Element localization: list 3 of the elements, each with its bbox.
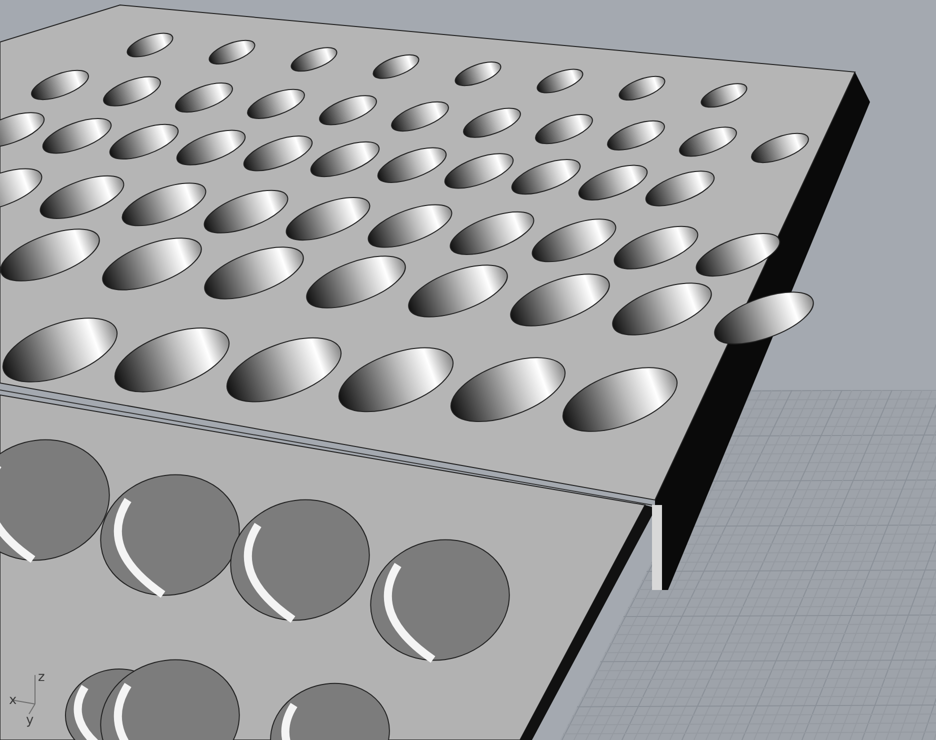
axis-label: z — [38, 670, 45, 685]
axis-icon — [12, 674, 36, 714]
axis-label: y — [26, 713, 34, 728]
